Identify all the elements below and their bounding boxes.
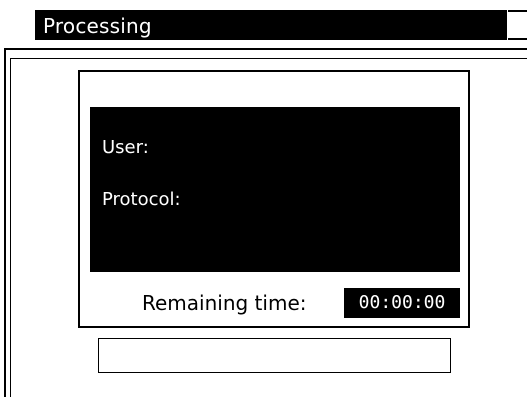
user-label: User: [102,137,149,158]
window-title: Processing [43,14,152,38]
info-panel: User: Protocol: [90,107,460,272]
title-bar-end [508,10,527,40]
remaining-time-label: Remaining time: [142,291,307,315]
processing-dialog: User: Protocol: Remaining time: 00:00:00 [78,70,470,328]
title-bar: Processing [35,10,507,40]
remaining-time-value: 00:00:00 [344,288,460,318]
progress-field [98,338,451,373]
protocol-label: Protocol: [102,189,181,210]
